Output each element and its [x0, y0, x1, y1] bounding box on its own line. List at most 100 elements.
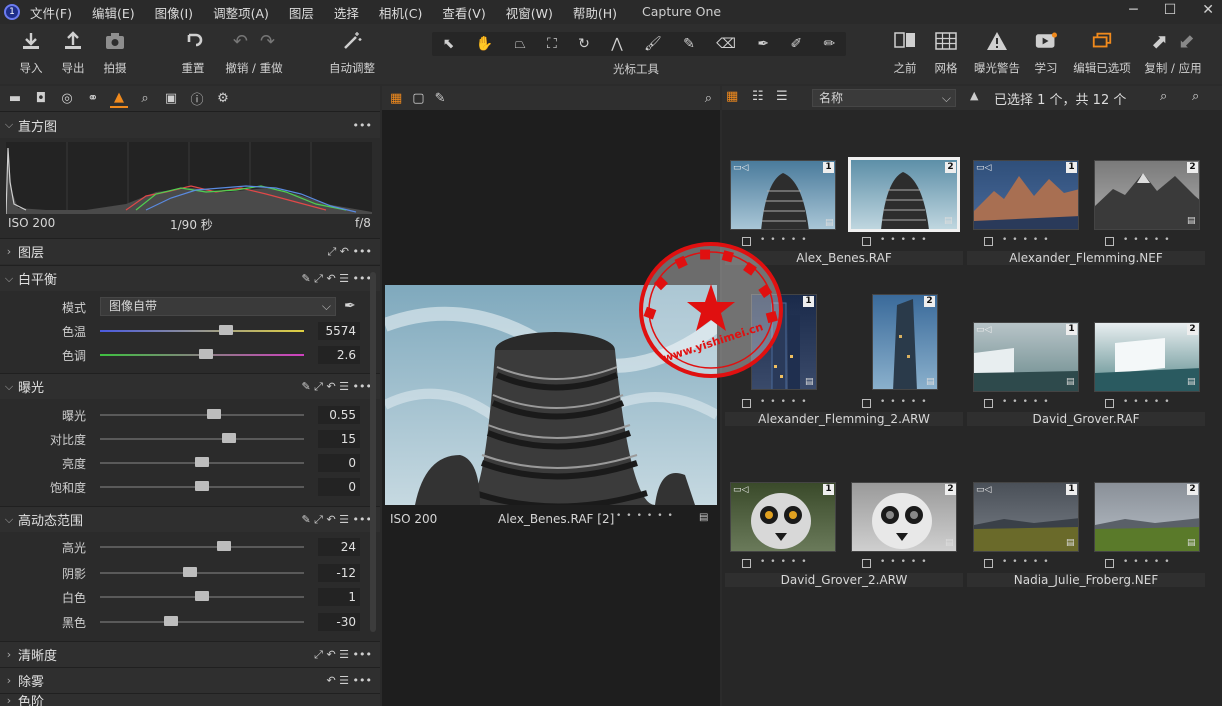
group-filename[interactable]: David_Grover.RAF [967, 412, 1205, 426]
rating-dots[interactable]: ••••• [880, 397, 932, 407]
select-checkbox[interactable] [984, 237, 993, 246]
section-actions[interactable]: ⤢ ↶ ••• [328, 245, 372, 259]
shadows-slider[interactable] [100, 567, 304, 577]
edit-selected-button[interactable]: 编辑已选项 [1070, 30, 1134, 76]
histogram-header[interactable]: ⌵ 直方图 ••• [0, 112, 380, 138]
exposure-header[interactable]: ⌵ 曝光 ✎ ⤢ ↶ ☰ ••• [0, 373, 380, 399]
straighten-tool-icon[interactable]: ⋀ [611, 36, 622, 52]
zoom-icon[interactable]: ⌕ [1160, 89, 1167, 104]
minimize-button[interactable]: ─ [1129, 2, 1137, 18]
menu-layers[interactable]: 图层 [289, 3, 314, 22]
layers-header[interactable]: › 图层 ⤢ ↶ ••• [0, 238, 380, 264]
adjustments-tab-icon[interactable]: ▣ [162, 90, 180, 108]
thumbnail[interactable] [1094, 160, 1200, 230]
capture-tab-icon[interactable]: ◘ [32, 90, 50, 108]
slider-knob[interactable] [195, 457, 209, 467]
maximize-button[interactable]: ☐ [1164, 2, 1177, 18]
gradient-tool-icon[interactable]: ✎ [683, 36, 695, 52]
close-button[interactable]: ✕ [1202, 2, 1214, 18]
select-checkbox[interactable] [1105, 559, 1114, 568]
tint-slider[interactable] [100, 349, 304, 359]
brush-tool-icon[interactable]: 🖌 [644, 36, 662, 52]
reset-button[interactable]: 重置 [167, 30, 219, 76]
grid-view-icon[interactable]: ▦ [726, 89, 738, 104]
saturation-value[interactable]: 0 [318, 478, 360, 496]
select-checkbox[interactable] [862, 559, 871, 568]
brightness-value[interactable]: 0 [318, 454, 360, 472]
rotate-tool-icon[interactable]: ↻ [578, 36, 590, 52]
levels-header[interactable]: › 色阶 [0, 693, 380, 706]
highlights-value[interactable]: 24 [318, 538, 360, 556]
section-actions[interactable]: ⤢ ↶ ☰ ••• [314, 648, 372, 662]
select-checkbox[interactable] [742, 399, 751, 408]
group-filename[interactable]: Alexander_Flemming.NEF [967, 251, 1205, 265]
rating-dots[interactable]: ••••• [1002, 235, 1054, 245]
pencil-icon[interactable]: ✎ [435, 91, 446, 106]
keystone-tool-icon[interactable]: ⏢ [514, 36, 525, 52]
brightness-slider[interactable] [100, 457, 304, 467]
exposure-tab-icon[interactable]: ▲ [110, 90, 128, 108]
temperature-value[interactable]: 5574 [318, 322, 360, 340]
copy-apply-button[interactable]: ⬈ ⬋ 复制 / 应用 [1140, 29, 1206, 76]
list-icon[interactable]: ▤ [699, 512, 708, 523]
group-filename[interactable]: Nadia_Julie_Froberg.NEF [967, 573, 1205, 587]
rating-dots[interactable]: •••••• [616, 511, 678, 521]
slider-knob[interactable] [217, 541, 232, 551]
single-view-icon[interactable]: ▢ [412, 91, 424, 106]
rating-dots[interactable]: ••••• [1002, 557, 1054, 567]
menu-camera[interactable]: 相机(C) [379, 3, 422, 22]
details-tab-icon[interactable]: ⌕ [136, 90, 154, 108]
exposure-warning-button[interactable]: 曝光警告 [967, 30, 1027, 76]
contrast-slider[interactable] [100, 433, 304, 443]
rating-dots[interactable]: ••••• [880, 235, 932, 245]
menu-help[interactable]: 帮助(H) [573, 3, 617, 22]
slider-knob[interactable] [207, 409, 222, 419]
picker-tool-icon[interactable]: ✒ [757, 36, 769, 52]
capture-button[interactable]: 拍摄 [89, 30, 141, 76]
slider-knob[interactable] [219, 325, 234, 335]
rating-dots[interactable]: ••••• [760, 397, 812, 407]
annotate-tool-icon[interactable]: ✏ [823, 36, 835, 52]
metadata-tab-icon[interactable]: ⓘ [188, 90, 206, 108]
slider-knob[interactable] [199, 349, 214, 359]
crop-tool-icon[interactable]: ⛶ [547, 36, 557, 52]
contrast-value[interactable]: 15 [318, 430, 360, 448]
menu-file[interactable]: 文件(F) [30, 3, 72, 22]
white-value[interactable]: 1 [318, 588, 360, 606]
group-filename[interactable]: Alexander_Flemming_2.ARW [725, 412, 963, 426]
pan-tool-icon[interactable]: ✋ [476, 36, 493, 52]
white-balance-header[interactable]: ⌵ 白平衡 ✎ ⤢ ↶ ☰ ••• [0, 265, 380, 291]
settings-tab-icon[interactable]: ⚙ [214, 90, 232, 108]
wb-mode-select[interactable]: 图像自带 ⌵ [100, 297, 336, 316]
sort-direction-icon[interactable]: ▲ [970, 89, 978, 102]
menu-view[interactable]: 查看(V) [442, 3, 485, 22]
group-filename[interactable]: David_Grover_2.ARW [725, 573, 963, 587]
section-actions[interactable]: ✎ ⤢ ↶ ☰ ••• [301, 380, 372, 394]
highlights-slider[interactable] [100, 541, 304, 551]
multi-view-icon[interactable]: ▦ [390, 91, 402, 106]
select-checkbox[interactable] [862, 237, 871, 246]
color-tab-icon[interactable]: ⚭ [84, 90, 102, 108]
list-view-icon[interactable]: ☷ [752, 89, 764, 104]
menu-image[interactable]: 图像(I) [155, 3, 193, 22]
zoom-icon[interactable]: ⌕ [705, 91, 712, 106]
auto-adjust-button[interactable]: 自动调整 [326, 30, 378, 76]
rating-dots[interactable]: ••••• [1123, 235, 1175, 245]
search-icon[interactable]: ⌕ [1192, 89, 1199, 104]
exposure-value[interactable]: 0.55 [318, 406, 360, 424]
select-checkbox[interactable] [742, 559, 751, 568]
temperature-slider[interactable] [100, 325, 304, 335]
black-value[interactable]: -30 [318, 613, 360, 631]
eyedropper-icon[interactable]: ✒ [344, 298, 356, 314]
section-actions[interactable]: ✎ ⤢ ↶ ☰ ••• [301, 513, 372, 527]
rating-dots[interactable]: ••••• [1002, 397, 1054, 407]
rating-dots[interactable]: ••••• [880, 557, 932, 567]
section-actions[interactable]: ↶ ☰ ••• [326, 674, 372, 687]
saturation-slider[interactable] [100, 481, 304, 491]
black-slider[interactable] [100, 616, 304, 626]
sort-select[interactable]: 名称 ⌵ [812, 89, 956, 107]
select-checkbox[interactable] [862, 399, 871, 408]
rating-dots[interactable]: ••••• [1123, 557, 1175, 567]
panel-scrollbar[interactable] [370, 272, 376, 632]
select-checkbox[interactable] [984, 559, 993, 568]
